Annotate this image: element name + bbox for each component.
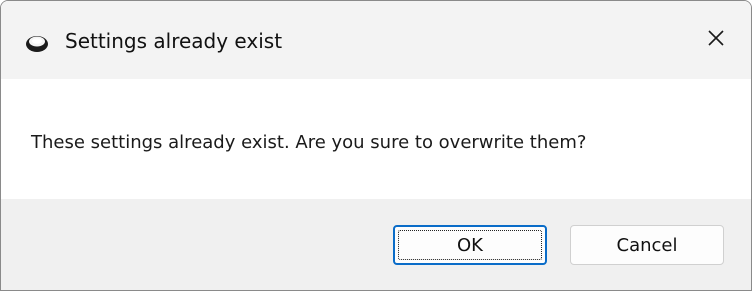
cancel-button[interactable]: Cancel	[570, 225, 724, 265]
app-disc-icon	[25, 31, 49, 55]
close-button[interactable]	[681, 1, 751, 79]
settings-exist-dialog: Settings already exist These settings al…	[0, 0, 752, 291]
dialog-footer: OK Cancel	[1, 199, 751, 290]
ok-button-label: OK	[457, 234, 483, 256]
title-bar[interactable]: Settings already exist	[1, 1, 751, 79]
dialog-content: These settings already exist. Are you su…	[1, 79, 751, 199]
close-icon	[706, 28, 726, 52]
ok-button[interactable]: OK	[393, 225, 547, 265]
dialog-message: These settings already exist. Are you su…	[31, 132, 587, 153]
dialog-title: Settings already exist	[65, 29, 283, 53]
cancel-button-label: Cancel	[616, 234, 678, 256]
